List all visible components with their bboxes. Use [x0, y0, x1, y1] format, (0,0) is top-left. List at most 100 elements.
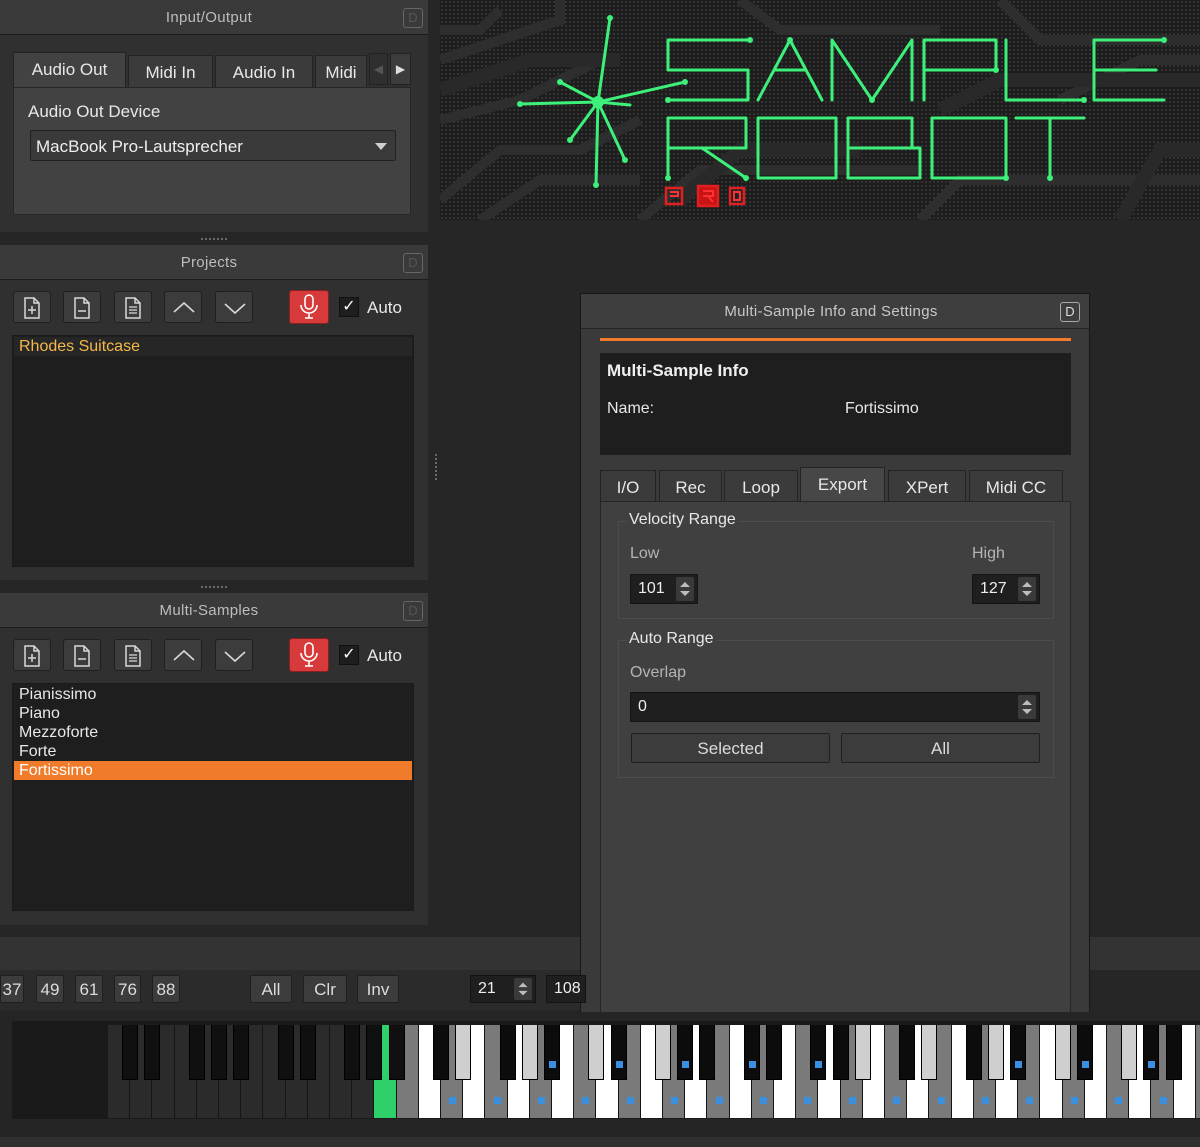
keys-76-button[interactable]: 76 [114, 975, 141, 1003]
clear-keys-button[interactable]: Clr [303, 975, 347, 1003]
white-key[interactable] [1195, 1025, 1200, 1118]
project-info-button[interactable] [114, 291, 152, 323]
black-key[interactable] [1143, 1025, 1160, 1080]
black-key[interactable] [588, 1025, 605, 1080]
selected-button[interactable]: Selected [631, 733, 830, 763]
keyboard-keys[interactable] [108, 1025, 1200, 1118]
auto-checkbox[interactable]: ✓ [339, 297, 359, 317]
range-high-spinbox[interactable]: 108 [546, 975, 586, 1003]
black-key[interactable] [433, 1025, 449, 1080]
overlap-spinbox[interactable]: 0 [630, 692, 1040, 722]
black-key[interactable] [188, 1025, 205, 1080]
move-up-button[interactable] [164, 639, 202, 671]
tab-midi[interactable]: Midi [315, 55, 367, 87]
black-key[interactable] [1010, 1025, 1027, 1080]
black-key[interactable] [544, 1025, 560, 1080]
projects-list[interactable]: Rhodes Suitcase [12, 335, 414, 567]
list-item[interactable]: Rhodes Suitcase [14, 337, 412, 356]
black-key[interactable] [965, 1025, 982, 1080]
black-key[interactable] [988, 1025, 1004, 1080]
list-item[interactable]: Pianissimo [14, 685, 412, 704]
black-key[interactable] [122, 1025, 139, 1080]
tab-scroll-left-button[interactable]: ◀ [369, 53, 388, 85]
detach-button[interactable]: D [1060, 302, 1080, 322]
splitter-handle[interactable] [201, 586, 227, 591]
audio-out-device-select[interactable]: MacBook Pro-Lautsprecher [30, 130, 396, 161]
remove-multisample-button[interactable] [63, 639, 101, 671]
black-key[interactable] [899, 1025, 916, 1080]
select-all-keys-button[interactable]: All [250, 975, 292, 1003]
high-velocity-spinbox[interactable]: 127 [972, 574, 1040, 604]
record-button[interactable] [289, 290, 329, 324]
spin-arrows-icon[interactable] [1018, 695, 1036, 719]
tab-midi-in[interactable]: Midi In [128, 55, 213, 87]
black-key[interactable] [854, 1025, 871, 1080]
black-key[interactable] [521, 1025, 538, 1080]
keys-88-button[interactable]: 88 [152, 975, 180, 1003]
detach-button[interactable]: D [403, 8, 423, 28]
black-key[interactable] [344, 1025, 361, 1080]
invert-keys-button[interactable]: Inv [357, 975, 399, 1003]
black-key[interactable] [655, 1025, 671, 1080]
dialog-titlebar[interactable]: Multi-Sample Info and Settings D [581, 294, 1089, 329]
move-up-button[interactable] [164, 291, 202, 323]
tab-rec[interactable]: Rec [659, 470, 722, 502]
list-item[interactable]: Piano [14, 704, 412, 723]
new-project-button[interactable] [13, 291, 51, 323]
all-button[interactable]: All [841, 733, 1040, 763]
black-key[interactable] [610, 1025, 627, 1080]
keys-61-button[interactable]: 61 [75, 975, 103, 1003]
black-key[interactable] [1076, 1025, 1093, 1080]
spin-arrows-icon[interactable] [1018, 577, 1036, 601]
remove-project-button[interactable] [63, 291, 101, 323]
tab-midi-cc[interactable]: Midi CC [969, 470, 1063, 502]
black-key[interactable] [1121, 1025, 1138, 1080]
record-button[interactable] [289, 638, 329, 672]
black-key[interactable] [832, 1025, 849, 1080]
list-item[interactable]: Forte [14, 742, 412, 761]
list-item[interactable]: Mezzoforte [14, 723, 412, 742]
piano-keyboard[interactable] [0, 1012, 1200, 1147]
keys-49-button[interactable]: 49 [36, 975, 64, 1003]
black-key[interactable] [677, 1025, 694, 1080]
black-key[interactable] [1165, 1025, 1182, 1080]
auto-checkbox[interactable]: ✓ [339, 645, 359, 665]
black-key[interactable] [144, 1025, 161, 1080]
tab-audio-in[interactable]: Audio In [215, 55, 313, 87]
move-down-button[interactable] [215, 291, 253, 323]
black-key[interactable] [699, 1025, 716, 1080]
detach-button[interactable]: D [403, 253, 423, 273]
black-key[interactable] [211, 1025, 227, 1080]
black-key[interactable] [388, 1025, 405, 1080]
black-key[interactable] [299, 1025, 316, 1080]
detach-button[interactable]: D [403, 601, 423, 621]
tab-export[interactable]: Export [800, 467, 885, 503]
black-key[interactable] [499, 1025, 516, 1080]
black-key[interactable] [921, 1025, 938, 1080]
vertical-splitter-handle[interactable] [435, 454, 440, 480]
black-key[interactable] [1054, 1025, 1071, 1080]
black-key[interactable] [455, 1025, 472, 1080]
black-key[interactable] [766, 1025, 782, 1080]
move-down-button[interactable] [215, 639, 253, 671]
low-velocity-spinbox[interactable]: 101 [630, 574, 698, 604]
list-item-selected[interactable]: Fortissimo [14, 761, 412, 780]
tab-xpert[interactable]: XPert [888, 470, 966, 502]
black-key[interactable] [810, 1025, 827, 1080]
spin-arrows-icon[interactable] [514, 978, 532, 1000]
range-low-spinbox[interactable]: 21 [470, 975, 536, 1003]
tab-loop[interactable]: Loop [724, 470, 798, 502]
tab-scroll-right-button[interactable]: ▶ [390, 53, 411, 85]
keys-37-button[interactable]: 37 [0, 975, 24, 1003]
new-multisample-button[interactable] [13, 639, 51, 671]
tab-audio-out[interactable]: Audio Out [13, 52, 126, 88]
multisample-info-button[interactable] [114, 639, 152, 671]
spin-arrows-icon[interactable] [676, 577, 694, 601]
tab-io[interactable]: I/O [600, 470, 656, 502]
splitter-handle[interactable] [201, 238, 227, 243]
black-key[interactable] [366, 1025, 383, 1080]
black-key[interactable] [233, 1025, 250, 1080]
black-key[interactable] [277, 1025, 294, 1080]
multisamples-list[interactable]: Pianissimo Piano Mezzoforte Forte Fortis… [12, 683, 414, 911]
black-key[interactable] [743, 1025, 760, 1080]
